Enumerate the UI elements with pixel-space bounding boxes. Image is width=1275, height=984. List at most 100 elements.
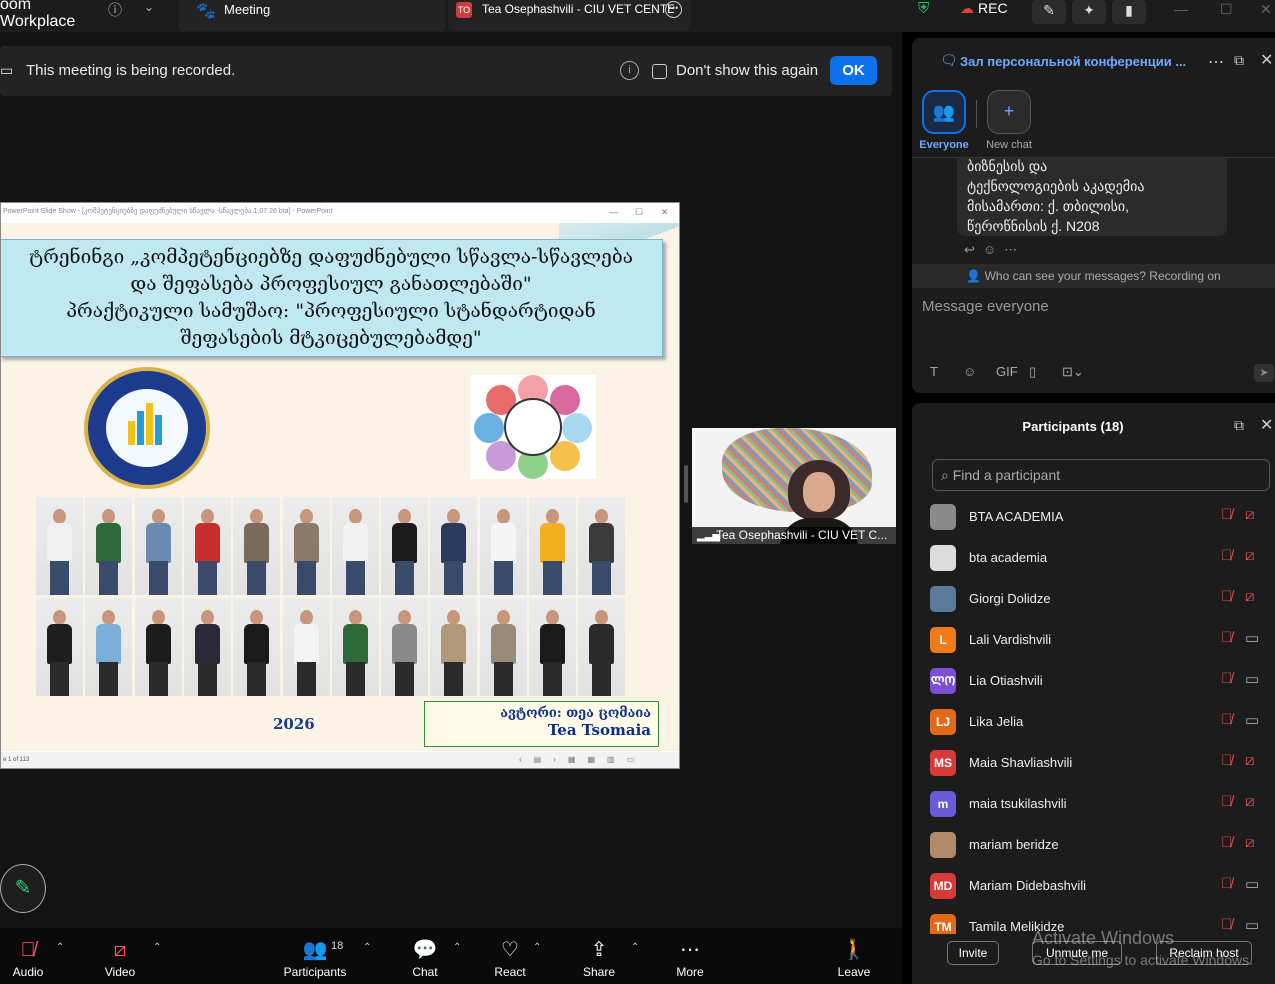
annotate-pen-button[interactable]: ✎ <box>1032 0 1066 24</box>
tab-screen-share[interactable]: TO Tea Osephashvili - CIU VET CENTE ••• <box>448 0 690 31</box>
more-options-icon[interactable]: ••• <box>665 1 682 18</box>
chat-message-bubble[interactable]: ბიზნესის და ტექნოლოგიების აკადემია მისამ… <box>957 158 1227 236</box>
video-off-icon[interactable]: ⧄ <box>1245 547 1255 564</box>
video-off-icon[interactable]: ⧄ <box>1245 506 1255 523</box>
view-layout-button[interactable]: ▮ <box>1112 0 1146 24</box>
share-caret-icon[interactable]: ⌃ <box>631 942 639 953</box>
annotation-pen-button[interactable]: ✎ <box>0 864 46 913</box>
mic-muted-icon[interactable]: 🎙̸ <box>1221 506 1232 523</box>
message-line3: მისამართი: ქ. თბილისი, <box>967 198 1130 214</box>
participant-row[interactable]: MS Maia Shavliashvili 🎙̸ ⧄ <box>912 743 1275 784</box>
chat-header-title[interactable]: Зал персональной конференции ... <box>960 54 1186 69</box>
recording-indicator[interactable]: ☁ REC <box>960 0 1008 20</box>
participant-row[interactable]: mariam beridze 🎙̸ ⧄ <box>912 825 1275 866</box>
video-on-icon[interactable]: ▭ <box>1245 670 1259 688</box>
participant-row[interactable]: ᲚᲝ Lia Otiashvili 🎙̸ ▭ <box>912 661 1275 702</box>
invite-button[interactable]: Invite <box>947 941 999 965</box>
participant-row[interactable]: Giorgi Dolidze 🎙̸ ⧄ <box>912 579 1275 620</box>
profession-photo <box>430 598 478 696</box>
video-on-icon[interactable]: ▭ <box>1245 711 1259 729</box>
video-off-icon[interactable]: ⧄ <box>1245 752 1255 769</box>
audio-button[interactable]: 🎙̸ Audio <box>6 936 50 979</box>
plus-icon: + <box>987 90 1031 134</box>
participants-caret-icon[interactable]: ⌃ <box>363 942 371 953</box>
text-format-icon[interactable]: T <box>930 364 963 379</box>
video-caret-icon[interactable]: ⌃ <box>153 942 161 953</box>
participant-row[interactable]: LJ Lika Jelia 🎙̸ ▭ <box>912 702 1275 743</box>
emoji-icon[interactable]: ☺ <box>963 364 996 379</box>
ok-button[interactable]: OK <box>830 56 877 85</box>
audio-caret-icon[interactable]: ⌃ <box>56 942 64 953</box>
close-icon[interactable]: ✕ <box>1260 415 1273 435</box>
mic-muted-icon[interactable]: 🎙̸ <box>1221 834 1232 851</box>
channel-everyone[interactable]: 👥 Everyone <box>914 90 974 151</box>
author-georgian: ავტორი: თეა ცომაია <box>500 706 651 721</box>
share-button[interactable]: ⇪ Share <box>578 936 620 979</box>
mic-muted-icon[interactable]: 🎙̸ <box>1221 547 1232 564</box>
security-shield-icon[interactable]: ⛨ <box>918 0 929 20</box>
chat-caret-icon[interactable]: ⌃ <box>453 942 461 953</box>
mic-muted-icon[interactable]: 🎙̸ <box>1221 875 1232 892</box>
more-label: More <box>676 965 704 979</box>
react-caret-icon[interactable]: ⌃ <box>533 942 541 953</box>
leave-button[interactable]: 🚶 Leave <box>834 936 874 979</box>
popout-icon[interactable]: ⧉ <box>1234 52 1244 69</box>
mic-muted-icon[interactable]: 🎙̸ <box>1221 793 1232 810</box>
info-icon[interactable]: i <box>620 61 639 80</box>
meeting-toolbar: 🎙̸ Audio ⌃ ⧄ Video ⌃ 👥 Participants 18 ⌃… <box>0 928 902 984</box>
participant-video-tile[interactable]: Tea Osephashvili - CIU VET C... ▂▃▅ <box>692 428 896 544</box>
chat-more-icon[interactable]: ⋯ <box>1208 52 1224 72</box>
info-icon[interactable]: ⓘ <box>106 0 124 18</box>
app-name-line2: Workplace <box>0 13 76 30</box>
close-icon[interactable]: ✕ <box>1260 50 1273 70</box>
profession-photo <box>134 598 182 696</box>
participant-row[interactable]: m maia tsukilashvili 🎙̸ ⧄ <box>912 784 1275 825</box>
send-icon[interactable]: ➤ <box>1254 364 1274 382</box>
react-label: React <box>494 965 526 979</box>
new-chat-button[interactable]: + New chat <box>979 90 1039 151</box>
tab-meeting[interactable]: 🐾 Meeting <box>178 0 446 31</box>
participant-row[interactable]: L Lali Vardishvili 🎙̸ ▭ <box>912 620 1275 661</box>
close-window-icon[interactable]: ✕ <box>1260 1 1272 18</box>
message-line2: ტექნოლოგიების აკადემია <box>967 178 1145 194</box>
video-off-icon[interactable]: ⧄ <box>1245 588 1255 605</box>
mic-muted-icon[interactable]: 🎙̸ <box>1221 916 1232 933</box>
message-input[interactable]: Message everyone <box>922 298 1049 315</box>
message-actions[interactable]: ↩☺⋯ <box>964 242 1025 258</box>
video-off-icon[interactable]: ⧄ <box>1245 834 1255 851</box>
video-on-icon[interactable]: ▭ <box>1245 875 1259 893</box>
profession-photo <box>85 598 133 696</box>
participant-row[interactable]: MD Mariam Didebashvili 🎙̸ ▭ <box>912 866 1275 907</box>
video-on-icon[interactable]: ▭ <box>1245 916 1259 934</box>
file-icon[interactable]: ▯ <box>1029 364 1062 380</box>
mic-muted-icon[interactable]: 🎙̸ <box>1221 670 1232 687</box>
dont-show-label[interactable]: Don't show this again <box>676 62 818 79</box>
participant-row[interactable]: BTA ACADEMIA 🎙̸ ⧄ <box>912 497 1275 538</box>
participant-row[interactable]: bta academia 🎙̸ ⧄ <box>912 538 1275 579</box>
profession-photo <box>529 598 576 696</box>
video-camera-icon: ▭ <box>0 62 14 78</box>
activate-windows-subtext: Go to Settings to activate Windows. <box>1032 952 1253 968</box>
mic-muted-icon[interactable]: 🎙̸ <box>1221 752 1232 769</box>
more-button[interactable]: ⋯ More <box>669 936 711 979</box>
gif-button[interactable]: GIF <box>996 364 1029 379</box>
dont-show-checkbox[interactable] <box>652 64 667 79</box>
minimize-icon[interactable]: — <box>1174 1 1188 17</box>
share-upload-icon: ⇪ <box>590 939 608 961</box>
mic-muted-icon[interactable]: 🎙̸ <box>1221 588 1232 605</box>
mic-muted-icon[interactable]: 🎙̸ <box>1221 629 1232 646</box>
popout-icon[interactable]: ⧉ <box>1234 417 1244 434</box>
split-drag-handle[interactable] <box>684 465 688 503</box>
ai-companion-button[interactable]: ✦ <box>1072 0 1106 24</box>
chevron-down-icon[interactable]: ⌄ <box>144 0 154 14</box>
react-button[interactable]: ♡ React <box>489 936 531 979</box>
who-can-see-bar[interactable]: 👤 Who can see your messages? Recording o… <box>912 264 1275 288</box>
video-off-icon[interactable]: ⧄ <box>1245 793 1255 810</box>
screenshot-icon[interactable]: ⊡⌄ <box>1062 364 1095 380</box>
participant-search-input[interactable]: ⌕ Find a participant <box>932 459 1270 491</box>
video-button[interactable]: ⧄ Video <box>98 936 142 979</box>
video-on-icon[interactable]: ▭ <box>1245 629 1259 647</box>
chat-button[interactable]: 💬 Chat <box>404 936 446 979</box>
mic-muted-icon[interactable]: 🎙̸ <box>1221 711 1232 728</box>
maximize-icon[interactable]: ☐ <box>1220 1 1233 18</box>
